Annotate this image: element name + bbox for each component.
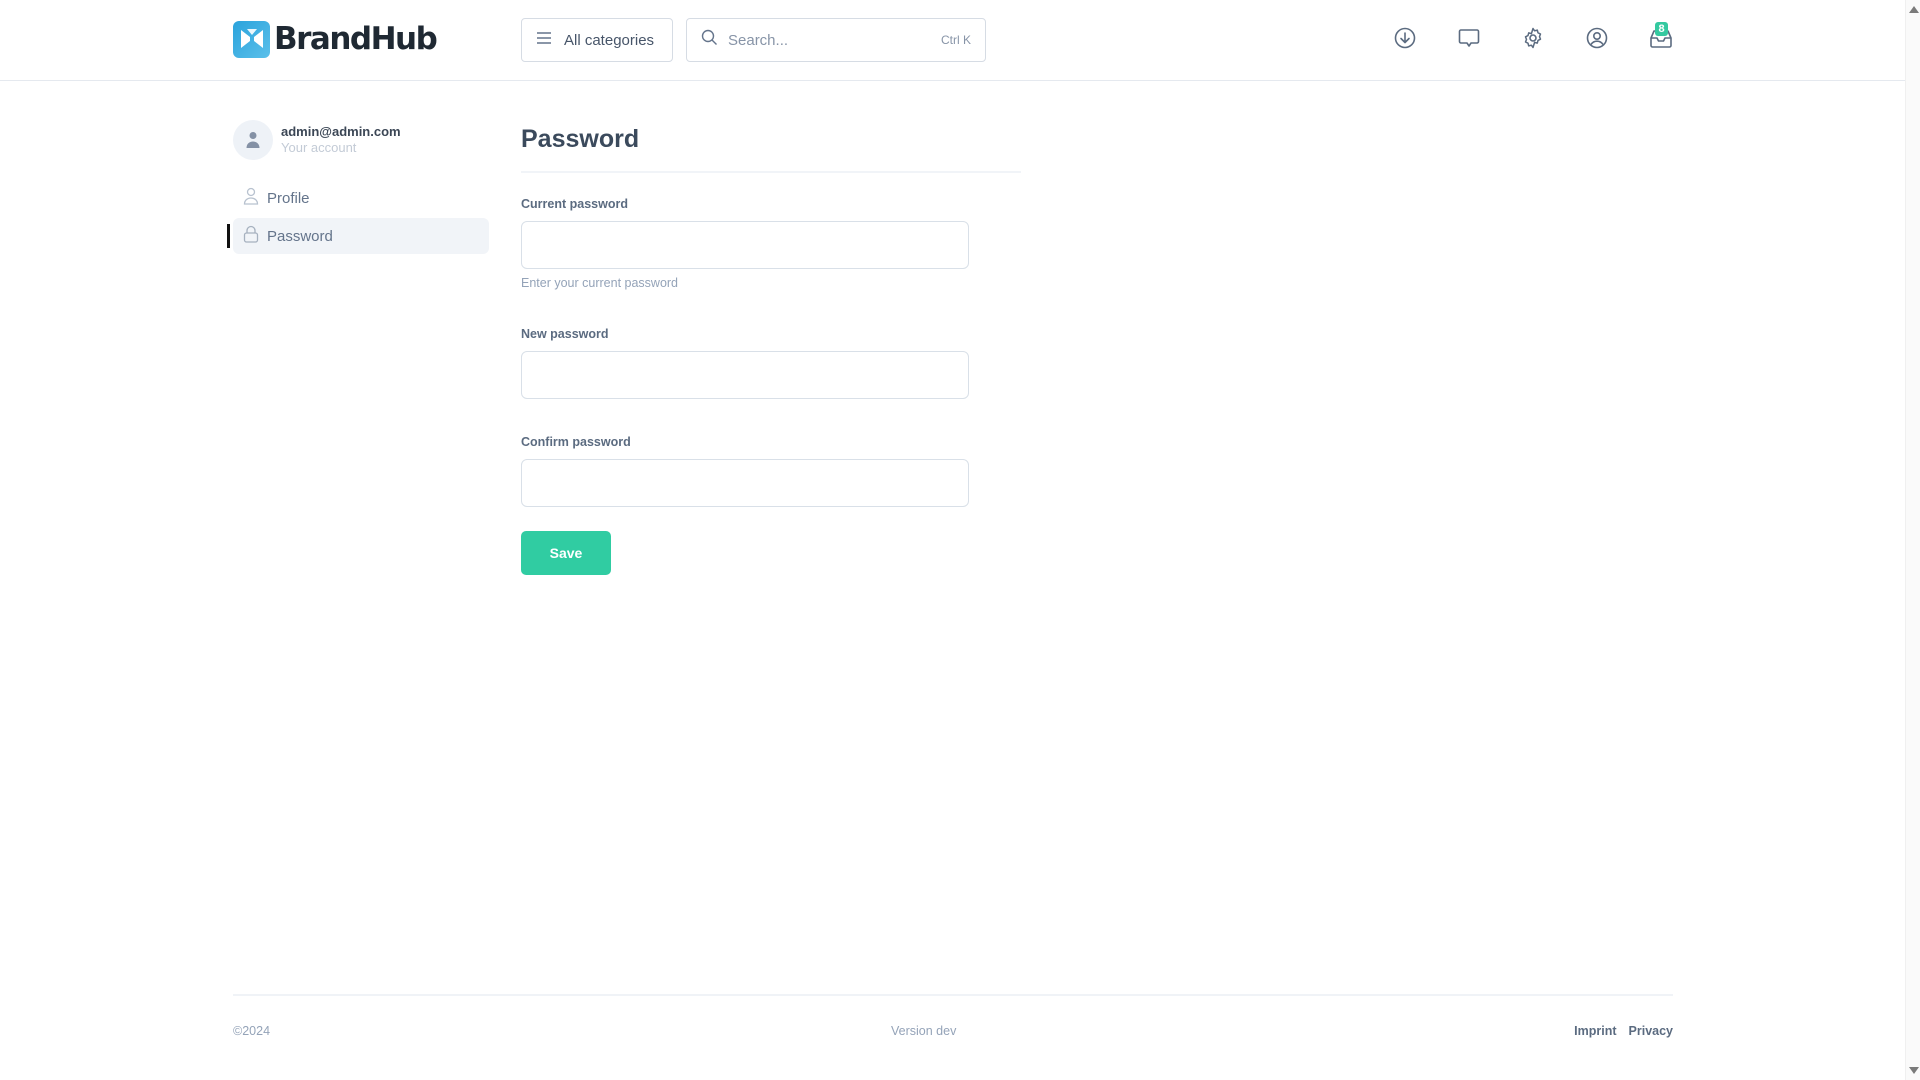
settings-button[interactable] [1517, 24, 1549, 56]
account-email: admin@admin.com [281, 124, 401, 139]
logo-icon [233, 20, 270, 58]
password-form: Password Current password Enter your cur… [521, 120, 1021, 575]
inbox-badge: 8 [1655, 22, 1668, 36]
account-sidebar: admin@admin.com Your account Profile Pas… [227, 120, 489, 256]
lock-icon [243, 225, 259, 248]
privacy-link[interactable]: Privacy [1629, 1024, 1673, 1038]
brand-name: BrandHub [274, 21, 438, 57]
user-circle-icon [1585, 26, 1609, 55]
sidebar-item-profile[interactable]: Profile [233, 180, 489, 216]
all-categories-button[interactable]: All categories [521, 18, 673, 62]
menu-icon [536, 31, 552, 49]
title-divider [521, 171, 1021, 173]
footer: ©2024 Version dev Imprint Privacy [233, 1024, 1673, 1040]
inbox-button[interactable]: 8 [1645, 22, 1677, 56]
download-button[interactable] [1389, 24, 1421, 56]
current-password-hint: Enter your current password [521, 276, 679, 290]
confirm-password-field: Confirm password [521, 435, 1021, 507]
page-title: Password [521, 125, 640, 153]
user-icon [243, 187, 259, 210]
account-subtitle: Your account [281, 140, 357, 155]
save-button[interactable]: Save [521, 531, 611, 575]
scroll-up-arrow-icon[interactable] [1909, 6, 1919, 13]
confirm-password-label: Confirm password [521, 435, 631, 449]
brand-logo[interactable]: BrandHub [233, 20, 438, 58]
account-summary: admin@admin.com Your account [233, 120, 489, 160]
scrollbar[interactable] [1905, 0, 1920, 1080]
search-shortcut: Ctrl K [941, 33, 971, 47]
new-password-input[interactable] [521, 351, 969, 399]
search-icon [701, 29, 718, 51]
scroll-down-arrow-icon[interactable] [1909, 1067, 1919, 1074]
search-box[interactable]: Ctrl K [686, 18, 986, 62]
sidebar-nav: Profile Password [227, 180, 489, 254]
download-icon [1393, 26, 1417, 55]
avatar [233, 120, 273, 160]
top-header: BrandHub All categories Ctrl K [0, 0, 1905, 81]
current-password-label: Current password [521, 197, 628, 211]
confirm-password-input[interactable] [521, 459, 969, 507]
new-password-field: New password [521, 327, 1021, 399]
version-label: Version dev [891, 1024, 957, 1038]
sidebar-item-label: Profile [267, 189, 310, 207]
current-password-field: Current password Enter your current pass… [521, 197, 1021, 290]
search-input[interactable] [728, 31, 941, 49]
chat-icon [1457, 26, 1481, 55]
messages-button[interactable] [1453, 24, 1485, 56]
account-button[interactable] [1581, 24, 1613, 56]
new-password-label: New password [521, 327, 609, 341]
imprint-link[interactable]: Imprint [1574, 1024, 1616, 1038]
sidebar-item-password[interactable]: Password [227, 218, 489, 254]
copyright: ©2024 [233, 1024, 271, 1038]
footer-divider [233, 994, 1673, 996]
settings-icon [1521, 26, 1545, 55]
categories-label: All categories [564, 31, 655, 49]
current-password-input[interactable] [521, 221, 969, 269]
sidebar-item-label: Password [267, 227, 333, 245]
